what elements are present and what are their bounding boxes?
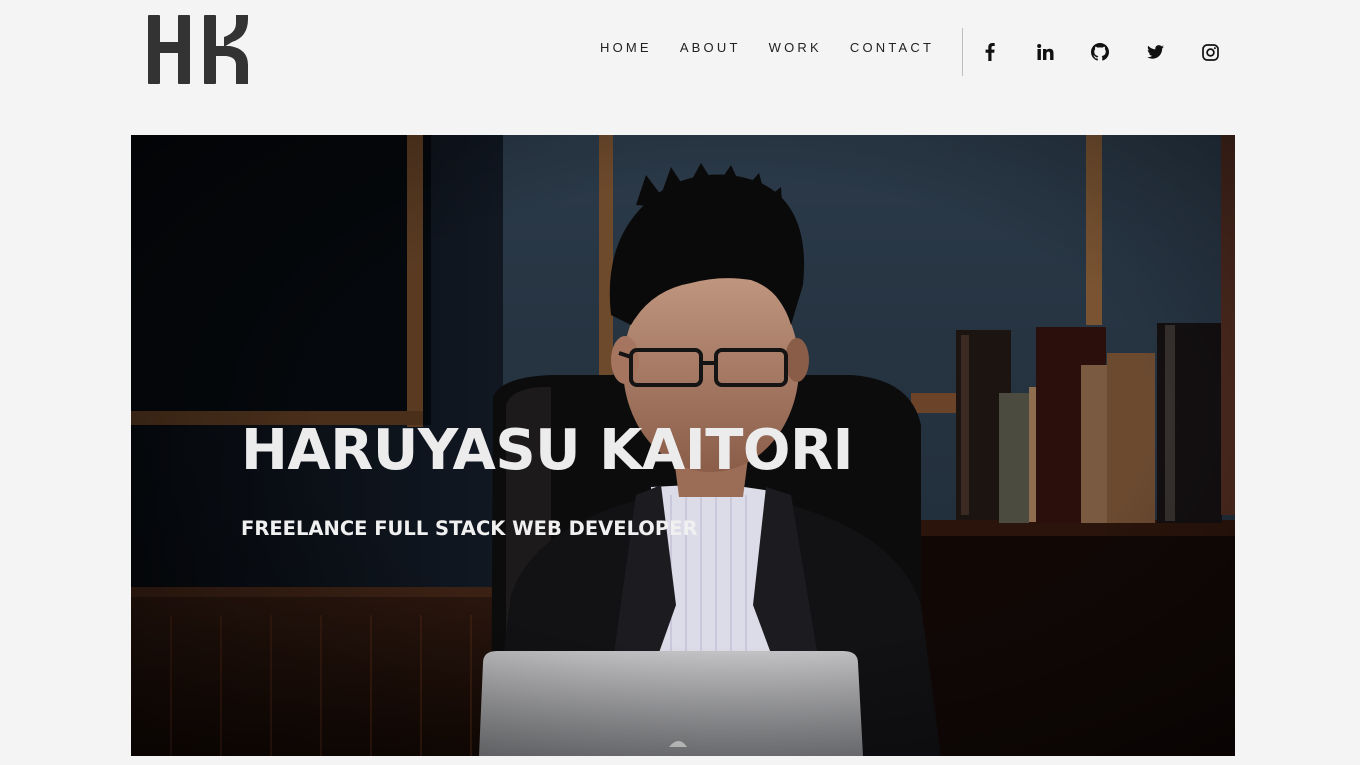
instagram-icon (1201, 43, 1219, 61)
linkedin-icon (1036, 44, 1053, 60)
twitter-icon (1146, 45, 1164, 59)
facebook-icon (985, 43, 995, 61)
nav-item-contact: CONTACT (850, 40, 962, 55)
linkedin-link[interactable] (1033, 40, 1057, 64)
github-icon (1091, 43, 1109, 61)
nav-item-work: WORK (769, 40, 850, 55)
hero-subtitle: FREELANCE FULL STACK WEB DEVELOPER (241, 517, 698, 540)
page: HOME ABOUT WORK CONTACT HARUYASU KAITORI… (0, 0, 1360, 765)
logo-hk-icon (148, 15, 248, 84)
hero-section: HARUYASU KAITORI FREELANCE FULL STACK WE… (131, 135, 1235, 756)
nav-link-home[interactable]: HOME (600, 40, 652, 55)
nav-item-about: ABOUT (680, 40, 769, 55)
twitter-link[interactable] (1143, 40, 1167, 64)
nav-link-contact[interactable]: CONTACT (850, 40, 934, 55)
nav-divider (962, 28, 963, 76)
facebook-link[interactable] (978, 40, 1002, 64)
github-link[interactable] (1088, 40, 1112, 64)
nav-link-about[interactable]: ABOUT (680, 40, 741, 55)
nav-link-work[interactable]: WORK (769, 40, 822, 55)
site-header: HOME ABOUT WORK CONTACT (0, 0, 1360, 110)
nav-item-home: HOME (600, 40, 680, 55)
instagram-link[interactable] (1198, 40, 1222, 64)
nav-list: HOME ABOUT WORK CONTACT (600, 40, 962, 55)
hero-title: HARUYASU KAITORI (241, 418, 853, 483)
